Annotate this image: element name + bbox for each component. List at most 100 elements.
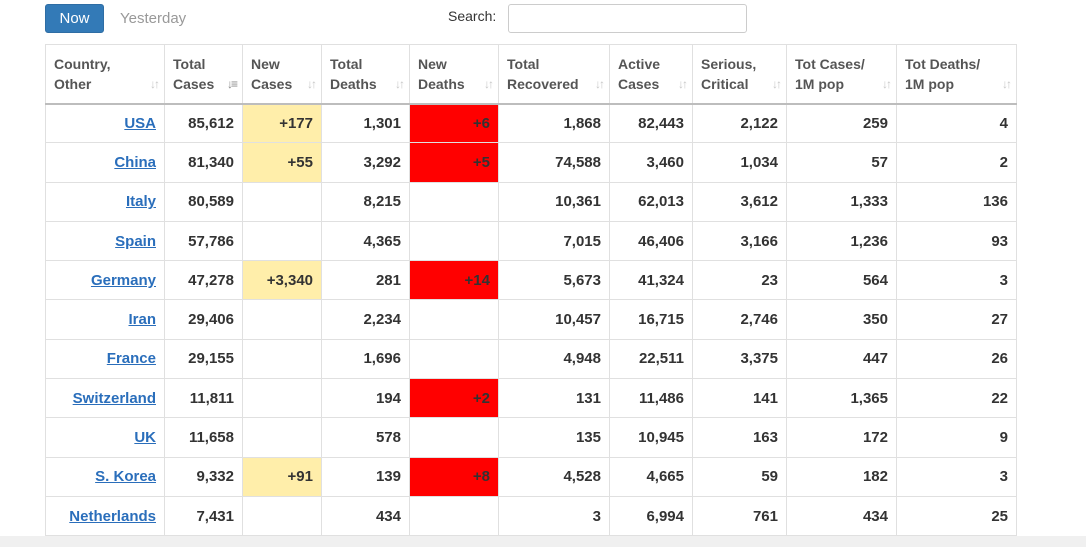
- country-link[interactable]: S. Korea: [95, 468, 156, 485]
- cell-total-cases: 7,431: [164, 495, 243, 537]
- table-row: Germany 47,278 +3,340 281 +14 5,673 41,324 23 56…: [45, 260, 1017, 301]
- sort-icon[interactable]: ↓↑: [484, 74, 494, 94]
- country-link[interactable]: UK: [134, 429, 156, 446]
- table-row: Spain 57,786 4,365 7,015 46,406 3,166 1,236 93: [45, 220, 1017, 262]
- column-header-label: Critical: [701, 75, 749, 92]
- country-link[interactable]: Spain: [115, 233, 156, 250]
- cell-tot-cases-per-1m: 1,333: [786, 181, 897, 222]
- cell-total-deaths: 1,301: [321, 102, 410, 144]
- cell-serious-critical: 2,746: [692, 299, 787, 340]
- sort-icon[interactable]: ↓↑: [678, 74, 688, 94]
- cell-tot-deaths-per-1m: 27: [896, 299, 1017, 340]
- table-row: France 29,155 1,696 4,948 22,511 3,375 447 26: [45, 338, 1017, 380]
- country-link[interactable]: France: [107, 350, 156, 367]
- cell-active-cases: 41,324: [609, 260, 693, 301]
- cell-serious-critical: 1,034: [692, 142, 787, 183]
- sort-icon[interactable]: ↓↑: [307, 74, 317, 94]
- cell-tot-cases-per-1m: 259: [786, 102, 897, 144]
- cell-total-recovered: 4,948: [498, 338, 610, 380]
- cell-country: S. Korea: [45, 456, 165, 497]
- column-header-label: Cases: [618, 75, 660, 92]
- country-link[interactable]: China: [114, 154, 156, 171]
- cell-new-deaths: [409, 220, 499, 262]
- cell-total-deaths: 194: [321, 378, 410, 419]
- cell-total-recovered: 5,673: [498, 260, 610, 301]
- tab-yesterday[interactable]: Yesterday: [120, 4, 186, 33]
- cell-new-deaths: [409, 181, 499, 222]
- column-header-label: Serious,: [701, 55, 757, 72]
- column-header-total-deaths[interactable]: Total Deaths ↓↑: [321, 44, 410, 105]
- cell-tot-cases-per-1m: 1,236: [786, 220, 897, 262]
- column-header-tot-cases-per-1m[interactable]: Tot Cases/1M pop ↓↑: [786, 44, 897, 105]
- cell-tot-deaths-per-1m: 26: [896, 338, 1017, 380]
- cell-tot-cases-per-1m: 1,365: [786, 378, 897, 419]
- cell-total-cases: 29,406: [164, 299, 243, 340]
- cell-total-recovered: 7,015: [498, 220, 610, 262]
- column-header-serious-critical[interactable]: Serious, Critical ↓↑: [692, 44, 787, 105]
- sort-icon[interactable]: ↓↑: [595, 74, 605, 94]
- tab-now[interactable]: Now: [45, 4, 104, 33]
- sort-icon[interactable]: ↓↑: [395, 74, 405, 94]
- cell-active-cases: 82,443: [609, 102, 693, 144]
- cell-serious-critical: 163: [692, 417, 787, 458]
- table-row: Switzerland 11,811 194 +2 131 11,486 141 1,365 2…: [45, 378, 1017, 419]
- column-header-tot-deaths-per-1m[interactable]: Tot Deaths/1M pop ↓↑: [896, 44, 1017, 105]
- cell-new-deaths: +5: [409, 142, 499, 183]
- column-header-total-cases[interactable]: Total Cases ↓≡: [164, 44, 243, 105]
- sort-desc-icon[interactable]: ↓≡: [227, 74, 238, 94]
- sort-icon[interactable]: ↓↑: [1002, 74, 1012, 94]
- cell-total-cases: 81,340: [164, 142, 243, 183]
- cell-total-deaths: 4,365: [321, 220, 410, 262]
- sort-icon[interactable]: ↓↑: [150, 74, 160, 94]
- column-header-label: Cases: [251, 75, 293, 92]
- table-row: S. Korea 9,332 +91 139 +8 4,528 4,665 59 182 3: [45, 456, 1017, 497]
- cell-new-deaths: +8: [409, 456, 499, 497]
- cell-country: Germany: [45, 260, 165, 301]
- cell-tot-cases-per-1m: 434: [786, 495, 897, 537]
- country-link[interactable]: Germany: [91, 272, 156, 289]
- country-link[interactable]: Switzerland: [73, 390, 156, 407]
- search-input[interactable]: [508, 4, 747, 33]
- column-header-label: Recovered: [507, 75, 579, 92]
- cell-active-cases: 3,460: [609, 142, 693, 183]
- cell-tot-cases-per-1m: 172: [786, 417, 897, 458]
- column-header-new-cases[interactable]: New Cases ↓↑: [242, 44, 322, 105]
- cell-tot-deaths-per-1m: 4: [896, 102, 1017, 144]
- table-row: UK 11,658 578 135 10,945 163 172 9: [45, 417, 1017, 458]
- cell-country: USA: [45, 102, 165, 144]
- cell-new-cases: +177: [242, 102, 322, 144]
- table-row: China 81,340 +55 3,292 +5 74,588 3,460 1,034 57 2: [45, 142, 1017, 183]
- sort-icon[interactable]: ↓↑: [882, 74, 892, 94]
- cell-tot-deaths-per-1m: 2: [896, 142, 1017, 183]
- cell-new-deaths: [409, 417, 499, 458]
- sort-icon[interactable]: ↓↑: [772, 74, 782, 94]
- table-row: Netherlands 7,431 434 3 6,994 761 434 25: [45, 495, 1017, 537]
- cell-new-cases: [242, 299, 322, 340]
- cell-new-cases: +3,340: [242, 260, 322, 301]
- column-header-label: Total: [330, 55, 363, 72]
- country-link[interactable]: USA: [124, 115, 156, 132]
- cell-tot-deaths-per-1m: 22: [896, 378, 1017, 419]
- column-header-total-recovered[interactable]: Total Recovered ↓↑: [498, 44, 610, 105]
- cell-active-cases: 11,486: [609, 378, 693, 419]
- country-link[interactable]: Italy: [126, 193, 156, 210]
- column-header-label: Other: [54, 75, 92, 92]
- cell-total-cases: 85,612: [164, 102, 243, 144]
- cell-country: Iran: [45, 299, 165, 340]
- cell-active-cases: 16,715: [609, 299, 693, 340]
- cell-total-cases: 47,278: [164, 260, 243, 301]
- column-header-active-cases[interactable]: Active Cases ↓↑: [609, 44, 693, 105]
- cell-total-recovered: 3: [498, 495, 610, 537]
- country-link[interactable]: Netherlands: [69, 508, 156, 525]
- cell-total-recovered: 4,528: [498, 456, 610, 497]
- column-header-new-deaths[interactable]: New Deaths ↓↑: [409, 44, 499, 105]
- cell-new-deaths: +14: [409, 260, 499, 301]
- horizontal-scrollbar[interactable]: [0, 536, 1086, 547]
- cell-country: China: [45, 142, 165, 183]
- column-header-country[interactable]: Country, Other ↓↑: [45, 44, 165, 105]
- country-link[interactable]: Iran: [128, 311, 156, 328]
- cell-serious-critical: 3,375: [692, 338, 787, 380]
- cell-serious-critical: 761: [692, 495, 787, 537]
- cell-tot-cases-per-1m: 350: [786, 299, 897, 340]
- cell-total-deaths: 434: [321, 495, 410, 537]
